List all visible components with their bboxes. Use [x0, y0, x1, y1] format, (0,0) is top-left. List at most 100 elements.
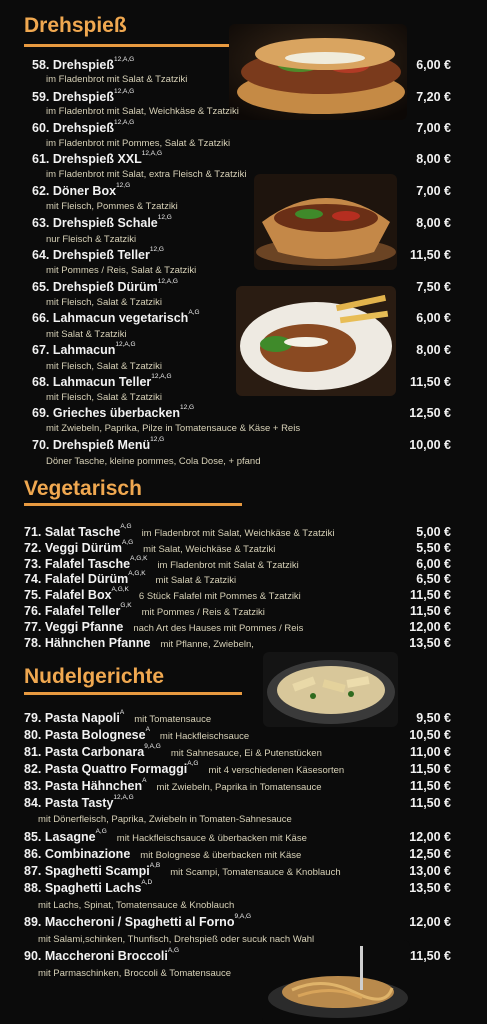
item-price: 8,00 €	[416, 343, 451, 357]
item-description: mit Pommes / Reis & Tzatziki	[141, 607, 265, 618]
spaghetti-photo	[262, 940, 410, 1024]
item-title: 77. Veggi Pfanne	[24, 620, 124, 634]
menu-item-name: 64. Drehspieß Teller12,G	[32, 246, 164, 262]
title-underline	[24, 692, 242, 695]
item-description: mit Tomatensauce	[134, 714, 212, 725]
allergen-codes: A,G	[95, 828, 107, 835]
allergen-codes: 12,A,G	[151, 373, 172, 380]
menu-item-name: 58. Drehspieß12,A,G	[32, 56, 135, 72]
item-title: 76. Falafel Teller	[24, 604, 121, 618]
menu-item-name: 83. Pasta HähnchenAmit Zwiebeln, Paprika…	[24, 777, 322, 793]
allergen-codes: 12,G	[149, 246, 164, 253]
item-title: 83. Pasta Hähnchen	[24, 779, 143, 793]
item-description: mit Sahnesauce, Ei & Putenstücken	[170, 748, 322, 759]
allergen-codes: A,G	[120, 523, 132, 530]
menu-item-name: 75. Falafel BoxA,G,K 6 Stück Falafel mit …	[24, 586, 301, 602]
item-price: 12,00 €	[409, 830, 451, 844]
item-title: 61. Drehspieß XXL	[32, 152, 142, 166]
doener-box-photo	[254, 174, 397, 270]
item-description: mit Pommes / Reis, Salat & Tzatziki	[46, 265, 197, 276]
allergen-codes: A	[119, 709, 125, 716]
item-description: mit Pflanne, Zwiebeln,	[160, 639, 254, 650]
menu-item-name: 90. Maccheroni BroccoliA,G	[24, 947, 180, 963]
item-title: 63. Drehspieß Schale	[32, 216, 158, 230]
menu-item-name: 69. Grieches überbacken12,G	[32, 404, 195, 420]
section-title-nudelgerichte: Nudelgerichte	[24, 665, 165, 688]
item-description: mit Zwiebeln, Paprika in Tomatensauce	[156, 782, 322, 793]
item-title: 90. Maccheroni Broccoli	[24, 949, 168, 963]
allergen-codes: 12,G	[157, 214, 172, 221]
menu-item-name: 76. Falafel TellerG,K mit Pommes / Reis &…	[24, 602, 265, 618]
menu-item-name: 62. Döner Box12,G	[32, 182, 130, 198]
item-description: mit Salami,schinken, Thunfisch, Drehspie…	[38, 934, 315, 945]
item-title: 89. Maccheroni / Spaghetti al Forno	[24, 915, 235, 929]
item-price: 11,50 €	[409, 604, 451, 618]
item-title: 78. Hähnchen Pfanne	[24, 636, 151, 650]
allergen-codes: G,K	[120, 602, 132, 609]
item-price: 11,00 €	[409, 745, 451, 759]
item-price: 13,00 €	[409, 864, 451, 878]
item-price: 6,00 €	[416, 58, 451, 72]
item-title: 87. Spaghetti Scampi	[24, 864, 150, 878]
menu-item-name: 65. Drehspieß Dürüm12,A,G	[32, 278, 178, 294]
item-price: 6,00 €	[416, 311, 451, 325]
menu-item-name: 61. Drehspieß XXL12,A,G	[32, 150, 162, 166]
item-description: 6 Stück Falafel mit Pommes & Tzatziki	[138, 591, 301, 602]
item-description: im Fladenbrot mit Salat, Weichkäse & Tza…	[46, 106, 239, 117]
item-price: 11,50 €	[409, 248, 451, 262]
item-price: 13,50 €	[409, 636, 451, 650]
item-price: 10,00 €	[409, 438, 451, 452]
doener-plate-photo	[236, 286, 396, 396]
menu-item-name: 60. Drehspieß12,A,G	[32, 119, 135, 135]
allergen-codes: 9,A,G	[234, 913, 252, 920]
item-price: 12,00 €	[409, 620, 451, 634]
item-description: nach Art des Hauses mit Pommes / Reis	[133, 623, 304, 634]
menu-item-name: 85. LasagneA,G mit Hackfleischsauce & übe…	[24, 828, 307, 844]
allergen-codes: A,G	[188, 309, 200, 316]
menu-item-name: 77. Veggi Pfanne nach Art des Hauses mit …	[24, 620, 303, 634]
item-title: 80. Pasta Bolognese	[24, 728, 146, 742]
item-description: mit Fleisch, Salat & Tzatziki	[46, 361, 162, 372]
item-description: mit Salat & Tzatziki	[46, 329, 127, 340]
menu-item-name: 59. Drehspieß12,A,G	[32, 88, 134, 104]
allergen-codes: A,G,K	[111, 586, 129, 593]
allergen-codes: A,G	[167, 947, 180, 954]
item-description: im Fladenbrot mit Pommes, Salat & Tzatzi…	[46, 138, 231, 149]
section-title-drehspiess: Drehspieß	[24, 14, 127, 37]
item-title: 69. Grieches überbacken	[32, 406, 180, 420]
item-price: 6,50 €	[416, 572, 451, 586]
item-description: Döner Tasche, kleine pommes, Cola Dose, …	[46, 456, 261, 467]
item-description: mit Hackfleischsauce & überbacken mit Kä…	[116, 833, 307, 844]
allergen-codes: A	[142, 777, 147, 784]
item-title: 86. Combinazione	[24, 847, 131, 861]
menu-item-name: 63. Drehspieß Schale12,G	[32, 214, 172, 230]
item-title: 75. Falafel Box	[24, 588, 112, 602]
item-price: 12,50 €	[409, 847, 451, 861]
item-price: 12,00 €	[409, 915, 451, 929]
item-price: 5,50 €	[416, 541, 451, 555]
item-title: 79. Pasta Napoli	[24, 711, 120, 725]
item-description: mit Salat, Weichkäse & Tzatziki	[143, 544, 276, 555]
item-title: 74. Falafel Dürüm	[24, 572, 129, 586]
allergen-codes: 12,G	[180, 404, 195, 411]
item-description: mit Fleisch, Pommes & Tzatziki	[46, 201, 178, 212]
allergen-codes: A,G	[121, 539, 134, 546]
item-title: 65. Drehspieß Dürüm	[32, 280, 158, 294]
menu-item-name: 80. Pasta BologneseAmit Hackfleischsauce	[24, 726, 249, 742]
allergen-codes: 12,A,G	[113, 56, 135, 63]
allergen-codes: A,G,K	[130, 555, 148, 562]
menu-item-name: 71. Salat TascheA,G im Fladenbrot mit Sal…	[24, 523, 335, 539]
item-title: 59. Drehspieß	[32, 90, 114, 104]
item-title: 88. Spaghetti Lachs	[24, 881, 142, 895]
allergen-codes: 12,A,G	[113, 119, 135, 126]
item-title: 66. Lahmacun vegetarisch	[32, 311, 189, 325]
item-description: mit Lachs, Spinat, Tomatensauce & Knobla…	[38, 900, 235, 911]
item-description: mit 4 verschiedenen Käsesorten	[208, 765, 345, 776]
item-description: im Fladenbrot mit Salat, Weichkäse & Tza…	[141, 528, 335, 539]
item-description: nur Fleisch & Tzatziki	[46, 234, 137, 245]
menu-item-name: 87. Spaghetti ScampiA,B mit Scampi, Tomat…	[24, 862, 341, 878]
menu-item-name: 89. Maccheroni / Spaghetti al Forno9,A,G	[24, 913, 252, 929]
title-underline	[24, 44, 244, 47]
item-description: mit Parmaschinken, Broccoli & Tomatensau…	[38, 968, 232, 979]
item-price: 12,50 €	[409, 406, 451, 420]
